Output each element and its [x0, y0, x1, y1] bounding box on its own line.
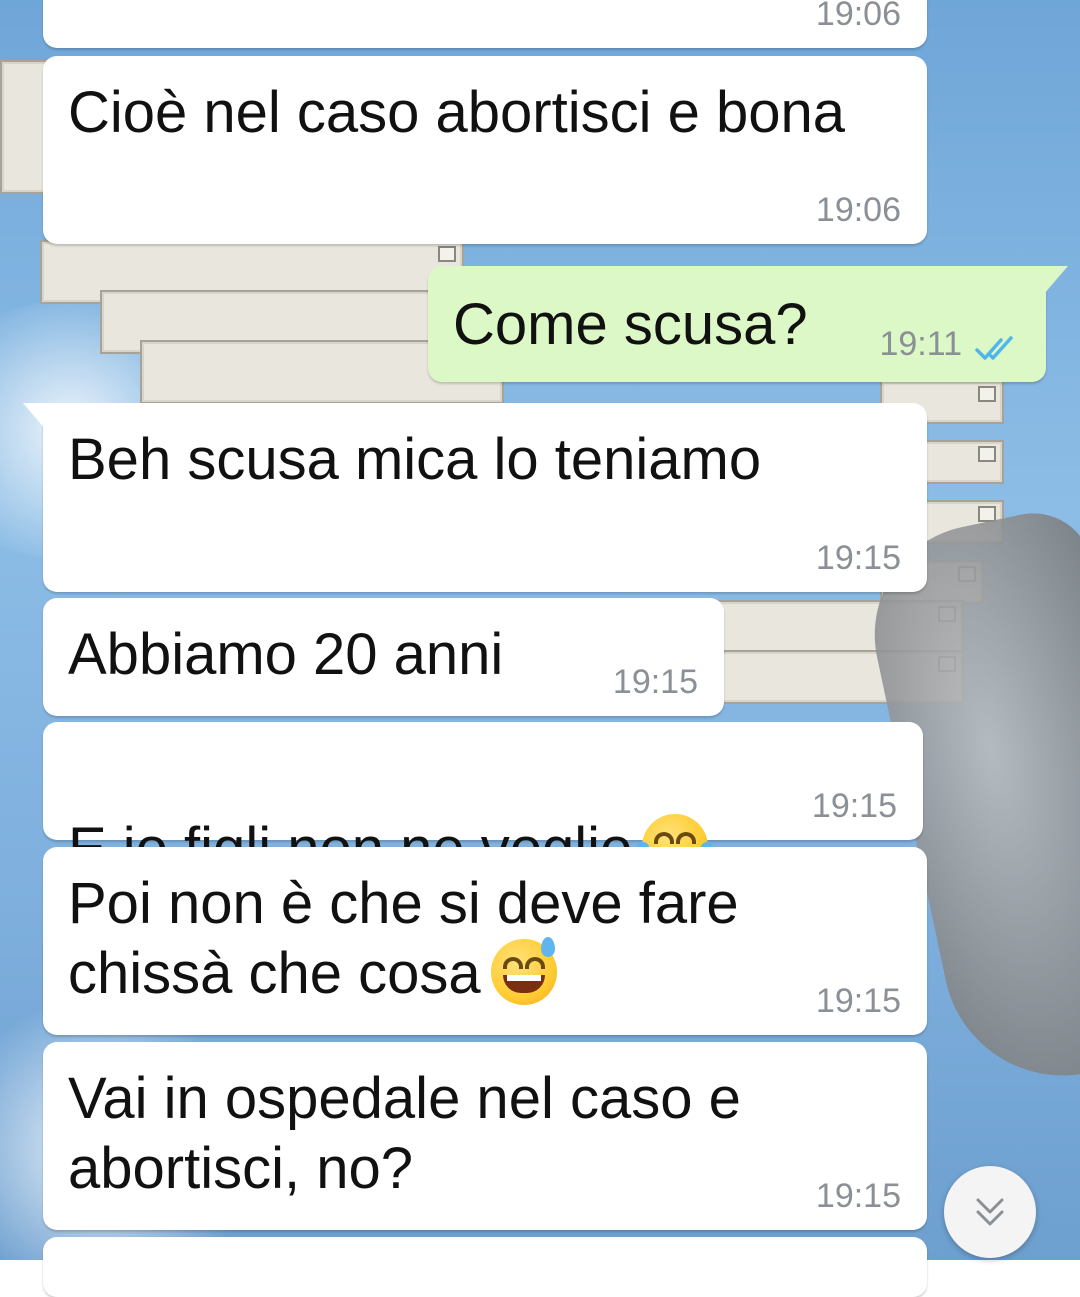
- bubble-tail: [1044, 266, 1068, 294]
- message-timestamp: 19:06: [815, 0, 901, 33]
- message-timestamp: 19:15: [811, 787, 897, 825]
- message-bubble-incoming[interactable]: Poi non è che si deve fare chissà che co…: [43, 847, 927, 1035]
- message-content: Poi non è che si deve fare chissà che co…: [68, 869, 739, 1009]
- message-timestamp: 19:15: [815, 539, 901, 577]
- bubble-tail: [23, 403, 45, 429]
- message-bubble-incoming[interactable]: Beh scusa mica lo teniamo 19:15: [23, 403, 927, 592]
- message-text: Beh scusa mica lo teniamo: [68, 427, 762, 492]
- grinning-face-with-sweat-icon: [490, 937, 557, 1005]
- message-text: Abbiamo 20 anni: [68, 622, 504, 687]
- message-text: Vai in ospedale nel caso e abortisci, no…: [68, 1066, 741, 1201]
- message-timestamp: 19:15: [815, 982, 901, 1020]
- message-bubble-outgoing[interactable]: Come scusa? 19:11: [428, 266, 1068, 382]
- message-text: Come scusa?: [453, 292, 808, 357]
- message-timestamp: 19:15: [815, 1177, 901, 1215]
- message-bubble-incoming[interactable]: 19:06: [43, 0, 927, 48]
- scroll-to-bottom-button[interactable]: [944, 1166, 1036, 1258]
- message-bubble-incoming[interactable]: Cioè nel caso abortisci e bona 19:06: [43, 56, 927, 244]
- read-receipt-icon: [975, 336, 1013, 360]
- message-timestamp: 19:11: [879, 325, 962, 363]
- double-chevron-down-icon: [976, 1198, 1004, 1226]
- message-bubble-incoming[interactable]: [43, 1237, 927, 1297]
- message-bubble-incoming[interactable]: Abbiamo 20 anni 19:15: [43, 598, 724, 716]
- message-text: Cioè nel caso abortisci e bona: [68, 80, 846, 145]
- message-bubble-incoming[interactable]: Vai in ospedale nel caso e abortisci, no…: [43, 1042, 927, 1230]
- message-text: Poi non è che si deve fare chissà che co…: [68, 871, 739, 1006]
- message-timestamp: 19:06: [815, 191, 901, 229]
- message-bubble-incoming[interactable]: E io figli non ne voglio 19:15: [43, 722, 923, 881]
- message-timestamp: 19:15: [612, 663, 698, 701]
